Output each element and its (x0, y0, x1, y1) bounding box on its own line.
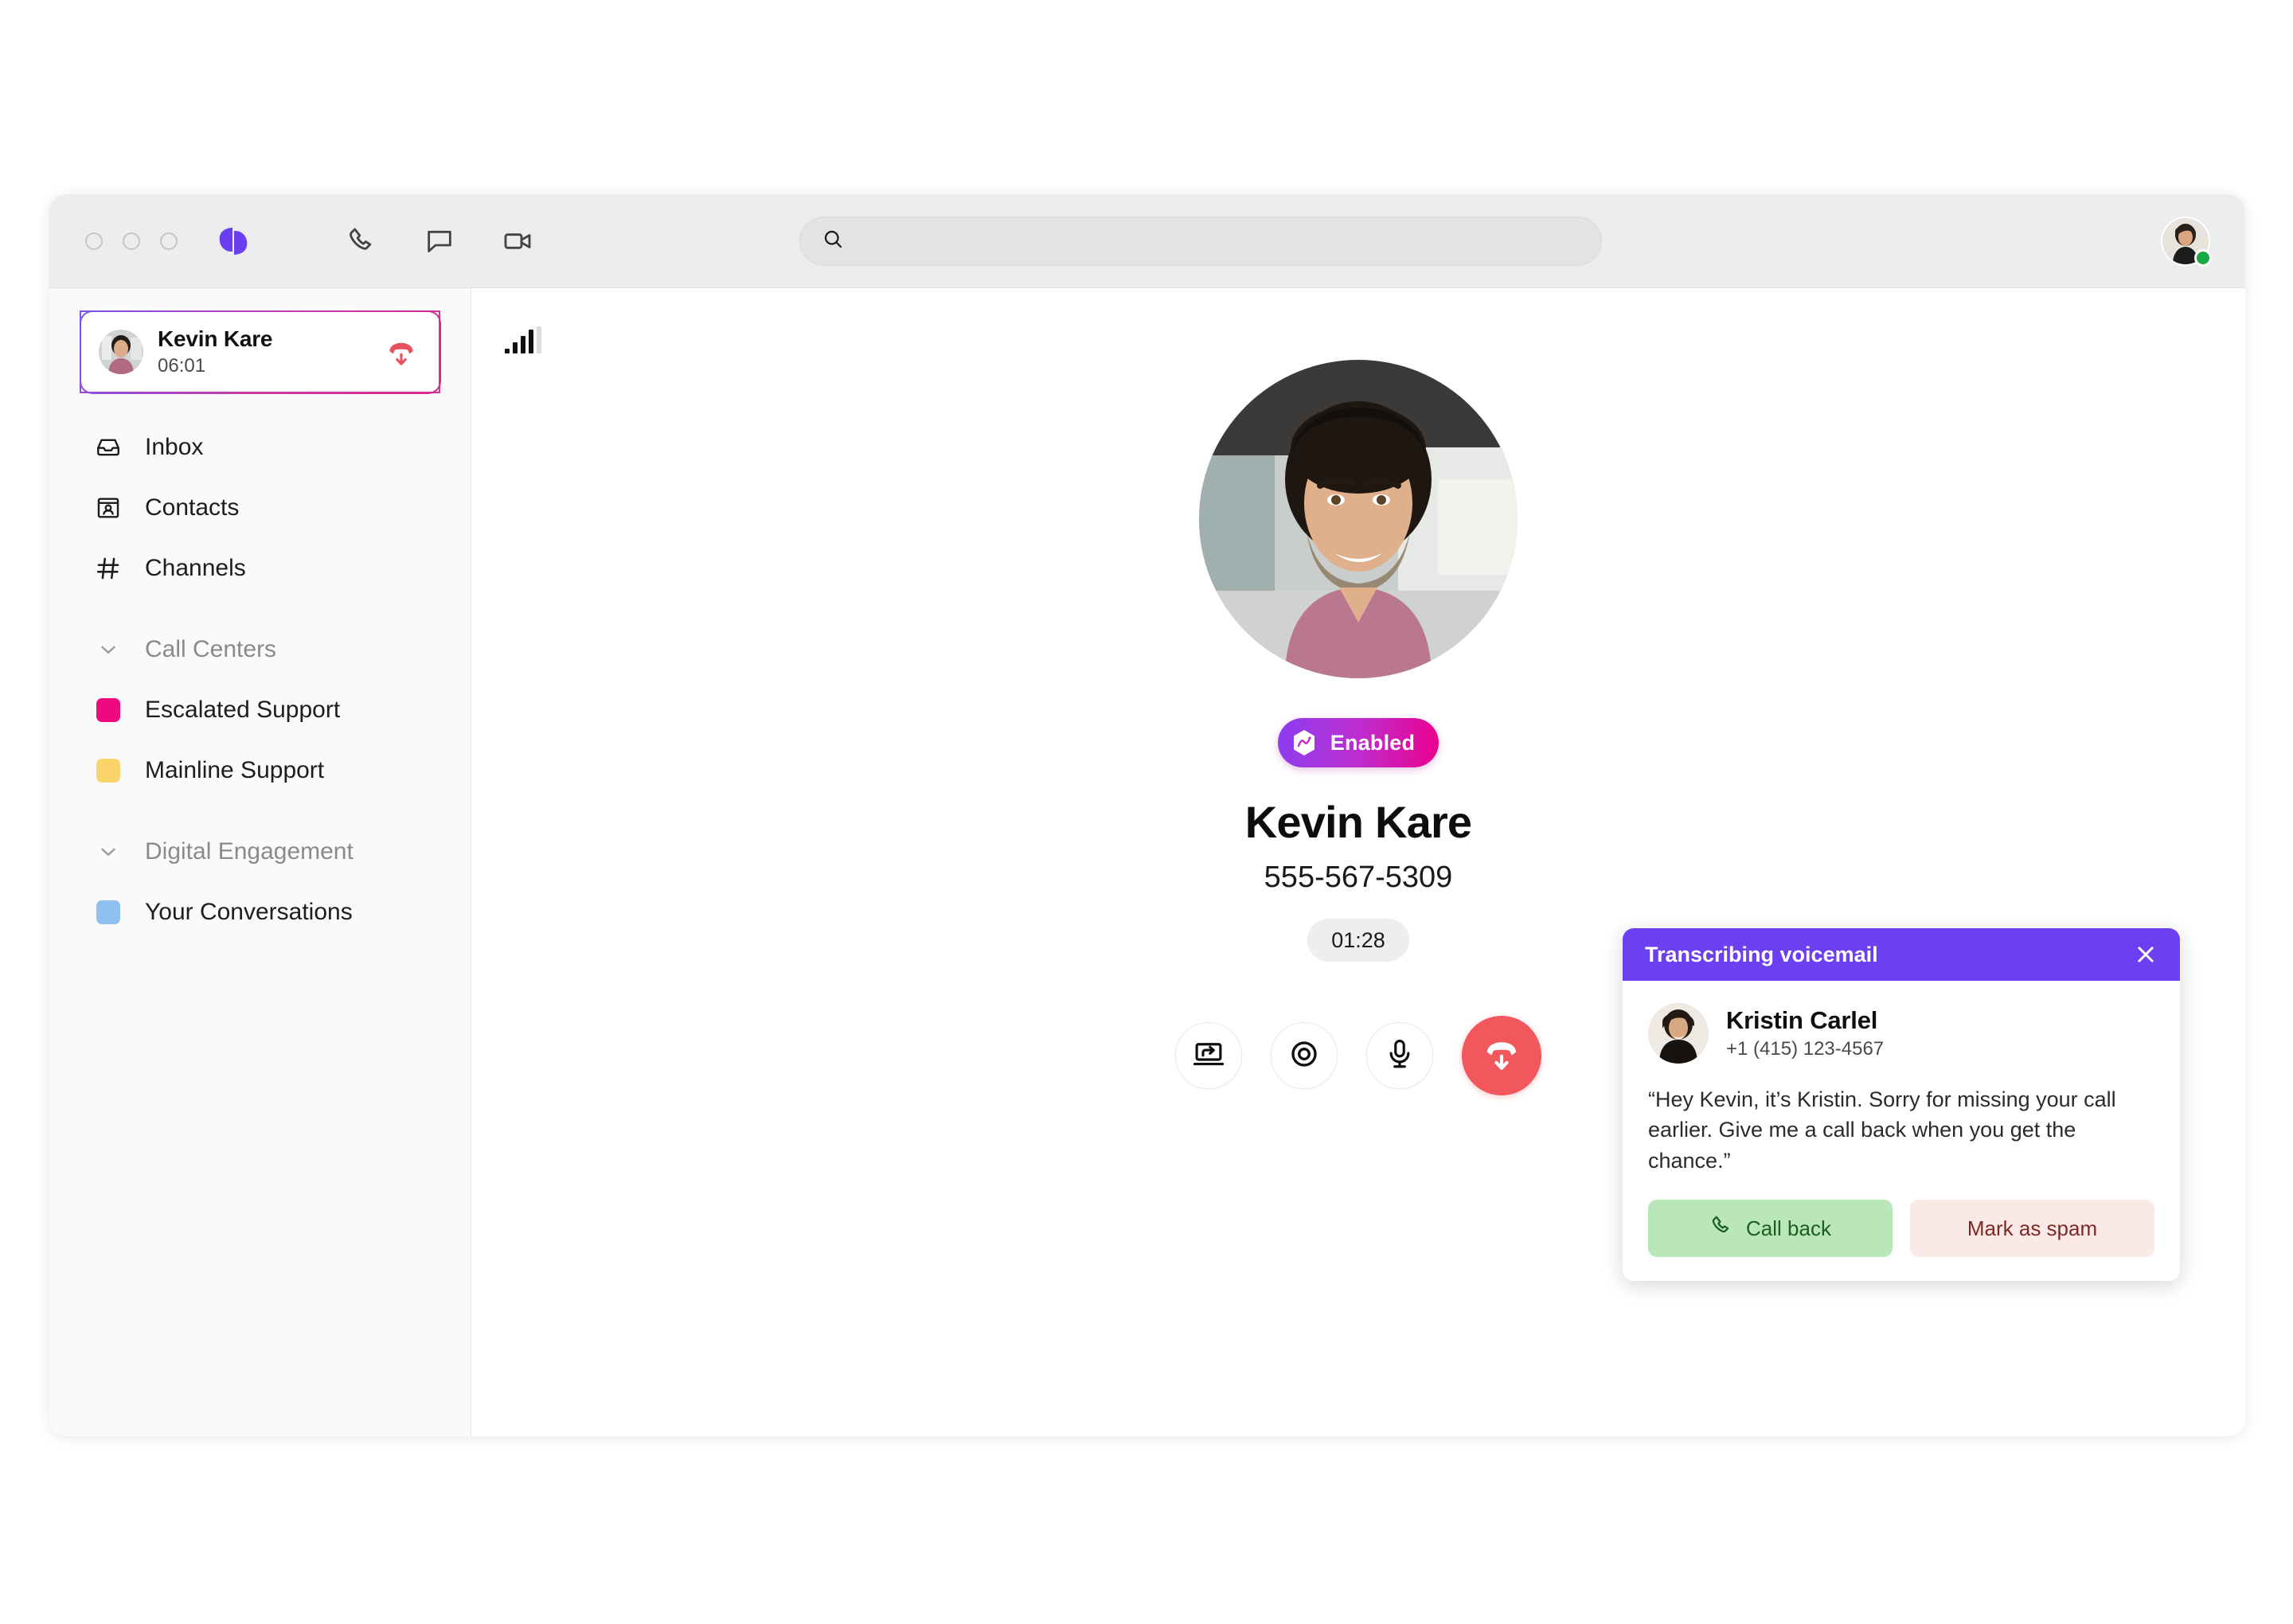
sidebar-item-escalated-support[interactable]: Escalated Support (49, 680, 471, 740)
sidebar-item-label: Escalated Support (145, 697, 341, 723)
search-bar[interactable] (799, 216, 1602, 266)
hash-icon (94, 554, 123, 583)
main-panel: Enabled Kevin Kare 555-567-5309 01:28 Tr… (471, 288, 2245, 1436)
phone-icon[interactable] (343, 223, 380, 260)
voicemail-card-body: Kristin Carlel +1 (415) 123-4567 “Hey Ke… (1623, 981, 2180, 1281)
minimize-window-button[interactable] (123, 232, 140, 250)
mark-as-spam-button[interactable]: Mark as spam (1910, 1200, 2154, 1257)
color-swatch-icon (94, 698, 123, 722)
voicemail-transcription-card: Transcribing voicemail Kristin Carlel +1… (1623, 928, 2180, 1281)
sidebar-item-contacts[interactable]: Contacts (49, 478, 471, 538)
transfer-button[interactable] (1175, 1022, 1242, 1089)
sidebar-item-channels[interactable]: Channels (49, 538, 471, 599)
sidebar-item-inbox[interactable]: Inbox (49, 417, 471, 478)
chevron-down-icon (94, 635, 123, 664)
sidebar: Kevin Kare 06:01 Inbox Contacts Channels… (49, 288, 471, 1436)
record-button[interactable] (1271, 1022, 1338, 1089)
sidebar-item-label: Mainline Support (145, 757, 325, 783)
app-window: Kevin Kare 06:01 Inbox Contacts Channels… (49, 194, 2245, 1436)
call-controls (1175, 1016, 1541, 1095)
voicemail-actions: Call back Mark as spam (1648, 1200, 2154, 1257)
caller-number: 555-567-5309 (1264, 861, 1453, 894)
video-icon[interactable] (499, 223, 536, 260)
sidebar-item-label: Contacts (145, 494, 240, 521)
active-call-avatar (99, 330, 143, 374)
search-input[interactable] (856, 228, 1580, 253)
user-avatar[interactable] (2161, 216, 2212, 267)
active-call-duration: 06:01 (158, 355, 206, 377)
close-window-button[interactable] (85, 232, 103, 250)
voicemail-transcript: “Hey Kevin, it’s Kristin. Sorry for miss… (1648, 1087, 2116, 1173)
search-icon (821, 227, 845, 255)
phone-icon (1709, 1214, 1733, 1243)
signal-strength-icon (505, 326, 541, 353)
dialpad-logo-icon (213, 221, 254, 262)
voicemail-card-title: Transcribing voicemail (1645, 942, 1878, 966)
titlebar-actions (343, 223, 536, 260)
call-back-label: Call back (1746, 1216, 1831, 1240)
sidebar-item-your-conversations[interactable]: Your Conversations (49, 882, 471, 943)
title-bar (49, 194, 2245, 288)
voicemail-contact-name: Kristin Carlel (1726, 1006, 1878, 1035)
microphone-icon (1383, 1037, 1416, 1075)
inbox-icon (94, 433, 123, 462)
mute-button[interactable] (1366, 1022, 1433, 1089)
end-call-button[interactable] (1462, 1016, 1541, 1095)
ai-hexagon-icon (1289, 728, 1319, 758)
contacts-icon (94, 494, 123, 522)
ai-badge-label: Enabled (1330, 730, 1416, 755)
sidebar-item-label: Inbox (145, 434, 204, 460)
voicemail-contact-number: +1 (415) 123-4567 (1726, 1038, 1885, 1060)
caller-avatar (1199, 360, 1518, 678)
sidebar-item-label: Your Conversations (145, 899, 353, 925)
active-call-name: Kevin Kare (158, 326, 273, 351)
app-body: Kevin Kare 06:01 Inbox Contacts Channels… (49, 288, 2245, 1436)
color-swatch-icon (94, 759, 123, 783)
record-icon (1287, 1037, 1321, 1075)
traffic-lights (85, 232, 178, 250)
sidebar-item-mainline-support[interactable]: Mainline Support (49, 740, 471, 801)
message-icon[interactable] (421, 223, 458, 260)
sidebar-section-call-centers[interactable]: Call Centers (49, 619, 471, 680)
sidebar-section-label: Call Centers (145, 636, 277, 662)
call-timer: 01:28 (1307, 919, 1409, 962)
call-back-button[interactable]: Call back (1648, 1200, 1893, 1257)
hangup-icon (1481, 1033, 1522, 1079)
voicemail-contact-avatar (1648, 1003, 1709, 1064)
transfer-icon (1192, 1037, 1225, 1075)
caller-name: Kevin Kare (1244, 797, 1472, 847)
maximize-window-button[interactable] (160, 232, 178, 250)
mark-as-spam-label: Mark as spam (1967, 1216, 2098, 1240)
chevron-down-icon (94, 837, 123, 866)
sidebar-item-label: Channels (145, 555, 246, 581)
color-swatch-icon (94, 900, 123, 924)
ai-enabled-badge[interactable]: Enabled (1277, 718, 1439, 767)
online-status-indicator (2194, 248, 2212, 267)
hangup-icon[interactable] (381, 332, 421, 372)
sidebar-section-label: Digital Engagement (145, 838, 354, 865)
voicemail-contact: Kristin Carlel +1 (415) 123-4567 (1648, 1003, 2154, 1064)
active-call-card[interactable]: Kevin Kare 06:01 (79, 310, 441, 394)
sidebar-section-digital-engagement[interactable]: Digital Engagement (49, 822, 471, 882)
voicemail-card-header: Transcribing voicemail (1623, 928, 2180, 982)
close-icon[interactable] (2131, 939, 2161, 970)
